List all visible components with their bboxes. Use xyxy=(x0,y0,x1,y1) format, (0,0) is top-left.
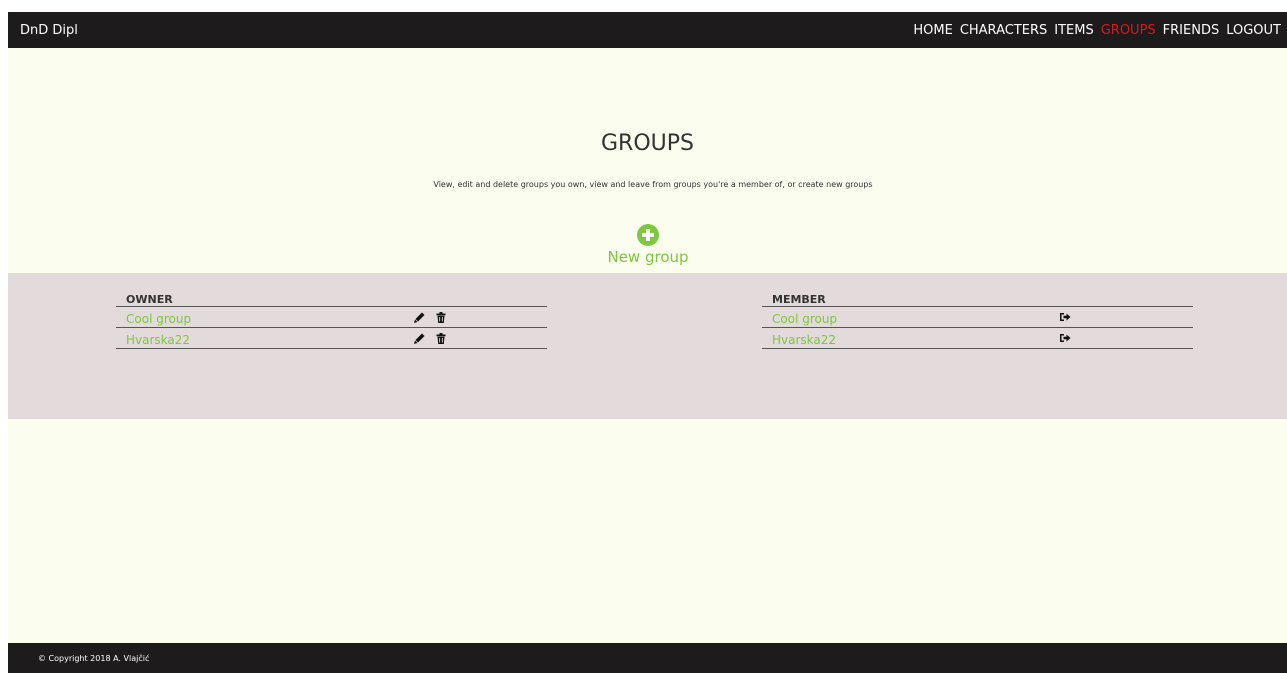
sign-out-icon[interactable] xyxy=(1060,312,1071,322)
nav-home[interactable]: HOME xyxy=(913,23,952,38)
navbar: DnD Dipl HOME CHARACTERS ITEMS GROUPS FR… xyxy=(8,12,1287,48)
nav-links: HOME CHARACTERS ITEMS GROUPS FRIENDS LOG… xyxy=(906,23,1287,38)
table-row: Cool group xyxy=(762,307,1193,328)
nav-items[interactable]: ITEMS xyxy=(1054,23,1093,38)
page: DnD Dipl HOME CHARACTERS ITEMS GROUPS FR… xyxy=(8,12,1287,673)
group-name-link[interactable]: Hvarska22 xyxy=(762,333,836,347)
plus-circle-icon[interactable] xyxy=(637,224,659,246)
trash-icon[interactable] xyxy=(436,312,446,323)
table-row: Hvarska22 xyxy=(762,328,1193,349)
nav-friends[interactable]: FRIENDS xyxy=(1163,23,1220,38)
new-group-button[interactable]: New group xyxy=(548,224,748,266)
group-name-link[interactable]: Cool group xyxy=(762,312,837,326)
sign-out-icon[interactable] xyxy=(1060,333,1071,343)
group-name-link[interactable]: Hvarska22 xyxy=(116,333,190,347)
owner-header: OWNER xyxy=(116,292,547,307)
brand-link[interactable]: DnD Dipl xyxy=(8,23,78,38)
nav-logout[interactable]: LOGOUT xyxy=(1226,23,1281,38)
group-name-link[interactable]: Cool group xyxy=(116,312,191,326)
new-group-label[interactable]: New group xyxy=(607,248,688,266)
groups-section: OWNER Cool group Hvarska22 MEMBER Cool g… xyxy=(8,273,1287,419)
copyright-text: © Copyright 2018 A. Vlajčić xyxy=(38,653,150,663)
table-row: Cool group xyxy=(116,307,547,328)
nav-groups[interactable]: GROUPS xyxy=(1101,23,1156,38)
pencil-icon[interactable] xyxy=(414,333,425,344)
footer: © Copyright 2018 A. Vlajčić xyxy=(8,643,1287,673)
member-table: MEMBER Cool group Hvarska22 xyxy=(762,292,1193,349)
table-row: Hvarska22 xyxy=(116,328,547,349)
nav-characters[interactable]: CHARACTERS xyxy=(960,23,1047,38)
page-subtitle: View, edit and delete groups you own, vi… xyxy=(433,180,873,189)
owner-table: OWNER Cool group Hvarska22 xyxy=(116,292,547,349)
page-title: GROUPS xyxy=(601,131,694,156)
trash-icon[interactable] xyxy=(436,333,446,344)
member-header: MEMBER xyxy=(762,292,1193,307)
pencil-icon[interactable] xyxy=(414,312,425,323)
